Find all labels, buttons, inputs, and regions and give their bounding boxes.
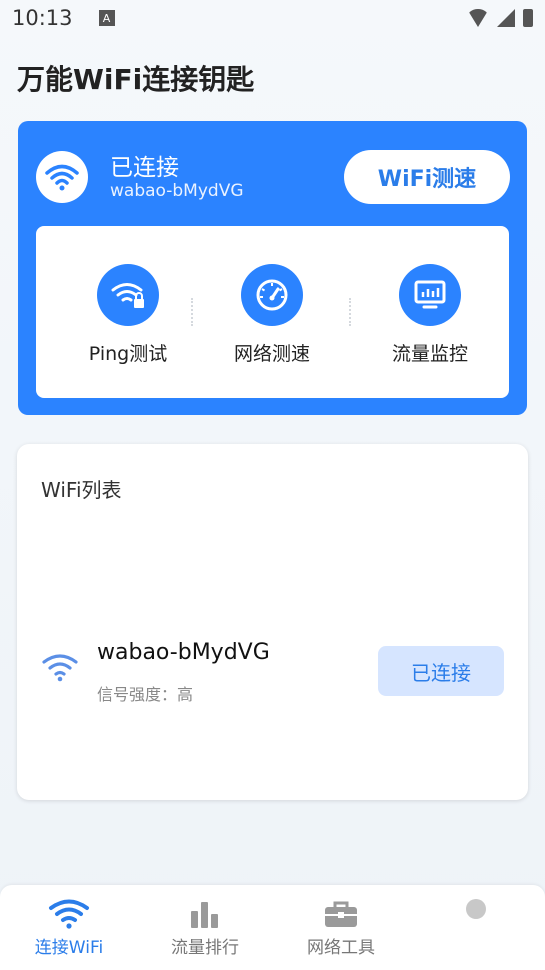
wifi-icon — [49, 899, 89, 929]
monitor-chart-icon — [399, 264, 461, 326]
tool-label: 流量监控 — [391, 343, 468, 365]
list-item[interactable]: wabao-bMydVG 信号强度：高 已连接 — [17, 634, 528, 704]
wifi-icon — [41, 652, 79, 686]
divider — [349, 298, 351, 326]
toolbox-icon — [325, 901, 357, 927]
notification-icon: A — [98, 10, 115, 26]
nav-traffic-ranking[interactable]: 流量排行 — [150, 899, 260, 958]
nav-label: 连接WiFi — [34, 938, 104, 958]
speedometer-icon — [241, 264, 303, 326]
connected-wifi-icon — [36, 151, 88, 203]
wifi-list-title: WiFi列表 — [41, 478, 122, 502]
tool-traffic-monitor[interactable]: 流量监控 — [360, 264, 500, 366]
status-bar: 10:13 A — [0, 0, 545, 36]
status-icons — [467, 9, 533, 27]
tool-label: Ping测试 — [88, 343, 168, 365]
nav-network-tools[interactable]: 网络工具 — [286, 899, 396, 958]
connection-card: 已连接 wabao-bMydVG WiFi测速 Ping测试 网络测速 流量监控 — [18, 121, 527, 415]
status-time: 10:13 — [12, 6, 73, 30]
connected-button[interactable]: 已连接 — [378, 646, 504, 696]
wifi-lock-icon — [97, 264, 159, 326]
nav-label: 网络工具 — [307, 938, 375, 958]
nav-connect-wifi[interactable]: 连接WiFi — [14, 899, 124, 958]
network-ssid: wabao-bMydVG — [97, 640, 270, 665]
tool-network-speed[interactable]: 网络测速 — [202, 264, 342, 366]
nav-label: 流量排行 — [171, 938, 239, 958]
dot-icon — [466, 899, 486, 919]
connected-ssid: wabao-bMydVG — [110, 181, 244, 201]
wifi-speed-test-button[interactable]: WiFi测速 — [344, 150, 510, 204]
tool-label: 网络测速 — [233, 343, 310, 365]
bottom-nav: 连接WiFi 流量排行 网络工具 — [0, 885, 545, 970]
divider — [191, 298, 193, 326]
nav-profile[interactable] — [421, 899, 531, 919]
wifi-list-card: WiFi列表 wabao-bMydVG 信号强度：高 已连接 — [17, 444, 528, 800]
cell-signal-icon — [497, 9, 515, 27]
bar-chart-icon — [191, 902, 218, 928]
connection-status: 已连接 — [110, 155, 179, 181]
tool-ping-test[interactable]: Ping测试 — [58, 264, 198, 366]
battery-icon — [523, 9, 533, 27]
app-title: 万能WiFi连接钥匙 — [17, 63, 255, 96]
network-signal-strength: 信号强度：高 — [97, 685, 194, 704]
tools-panel: Ping测试 网络测速 流量监控 — [36, 226, 509, 398]
wifi-status-icon — [467, 9, 489, 27]
